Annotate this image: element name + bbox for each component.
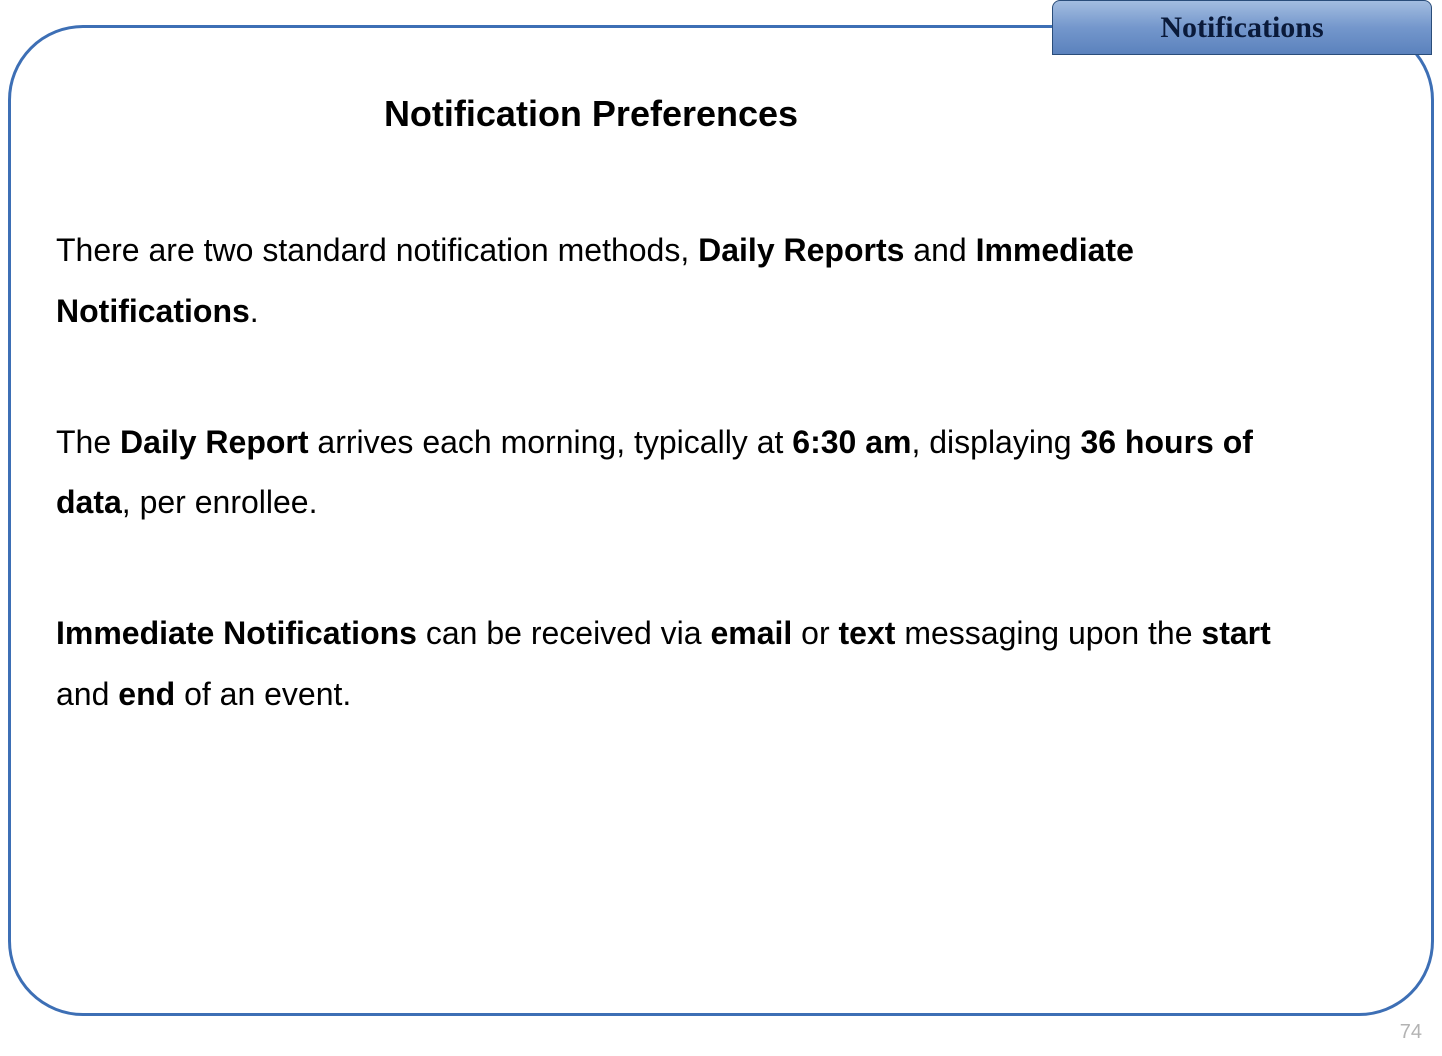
p3-text-1: can be received via xyxy=(417,615,711,651)
p3-bold-4: start xyxy=(1201,615,1270,651)
p2-text-1: The xyxy=(56,424,120,460)
p2-text-4: , per enrollee. xyxy=(122,484,318,520)
content-frame: Notification Preferences There are two s… xyxy=(8,25,1434,1016)
p2-bold-1: Daily Report xyxy=(120,424,308,460)
section-tab-badge: Notifications xyxy=(1052,0,1432,55)
p3-text-4: and xyxy=(56,676,118,712)
page-title: Notification Preferences xyxy=(0,93,1391,135)
body-content: There are two standard notification meth… xyxy=(51,220,1391,725)
p1-text-1: There are two standard notification meth… xyxy=(56,232,698,268)
p3-text-2: or xyxy=(792,615,838,651)
p3-bold-2: email xyxy=(710,615,792,651)
paragraph-1: There are two standard notification meth… xyxy=(56,220,1331,342)
p2-bold-2: 6:30 am xyxy=(792,424,911,460)
p2-text-3: , displaying xyxy=(911,424,1080,460)
p1-text-3: . xyxy=(250,293,259,329)
p3-text-5: of an event. xyxy=(175,676,351,712)
paragraph-3: Immediate Notifications can be received … xyxy=(56,603,1331,725)
p3-bold-3: text xyxy=(839,615,896,651)
paragraph-2: The Daily Report arrives each morning, t… xyxy=(56,412,1331,534)
page-number: 74 xyxy=(1400,1021,1422,1044)
p1-text-2: and xyxy=(904,232,975,268)
p3-text-3: messaging upon the xyxy=(895,615,1201,651)
p1-bold-1: Daily Reports xyxy=(698,232,904,268)
p3-bold-5: end xyxy=(118,676,175,712)
p3-bold-1: Immediate Notifications xyxy=(56,615,417,651)
p2-text-2: arrives each morning, typically at xyxy=(309,424,793,460)
section-tab-label: Notifications xyxy=(1160,11,1323,45)
